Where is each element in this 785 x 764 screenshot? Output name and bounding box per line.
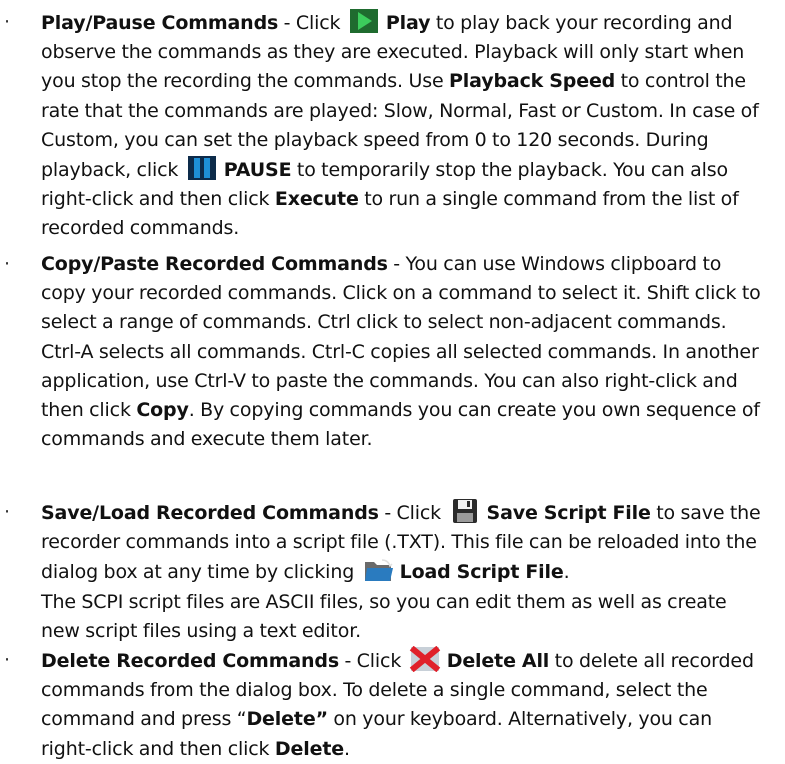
item-title: Save/Load Recorded Commands [41,502,379,524]
document: · Play/Pause Commands - Click Play to pl… [0,0,785,763]
playback-speed-label: Playback Speed [448,70,616,93]
copy-label: Copy [136,399,189,422]
bullet: · [4,649,11,671]
delete-label: Delete [274,737,345,760]
paragraph-delete: Delete Recorded Commands - Click Delete … [41,646,761,764]
text: - Click [378,502,447,524]
text: . [563,561,570,584]
bullet: · [4,11,11,33]
execute-label: Execute [274,188,359,211]
bullet: · [4,501,11,523]
load-script-label: Load Script File [399,561,564,584]
play-label: Play [385,12,431,34]
paragraph-play-pause: Play/Pause Commands - Click Play to play… [41,8,761,244]
text: - You can use Windows clipboard to copy … [41,253,761,422]
item-title: Copy/Paste Recorded Commands [41,253,388,275]
pause-label: PAUSE [223,159,292,182]
text: The SCPI script files are ASCII files, s… [41,590,727,642]
bullet: · [4,253,11,275]
pause-icon [186,155,218,181]
text: - Click [339,650,407,672]
open-folder-icon [362,557,394,583]
paragraph-save-load: Save/Load Recorded Commands - Click Save… [41,498,761,646]
item-title: Delete Recorded Commands [41,650,339,672]
item-title: Play/Pause Commands [41,12,279,34]
save-script-label: Save Script File [486,502,651,524]
paragraph-copy-paste: Copy/Paste Recorded Commands - You can u… [41,250,761,454]
delete-x-icon [409,646,441,672]
save-icon [449,498,481,524]
text: . [344,737,350,760]
play-icon [348,8,380,34]
delete-key-label: Delete” [246,708,328,731]
delete-all-label: Delete All [446,650,550,672]
text: - Click [278,12,346,34]
